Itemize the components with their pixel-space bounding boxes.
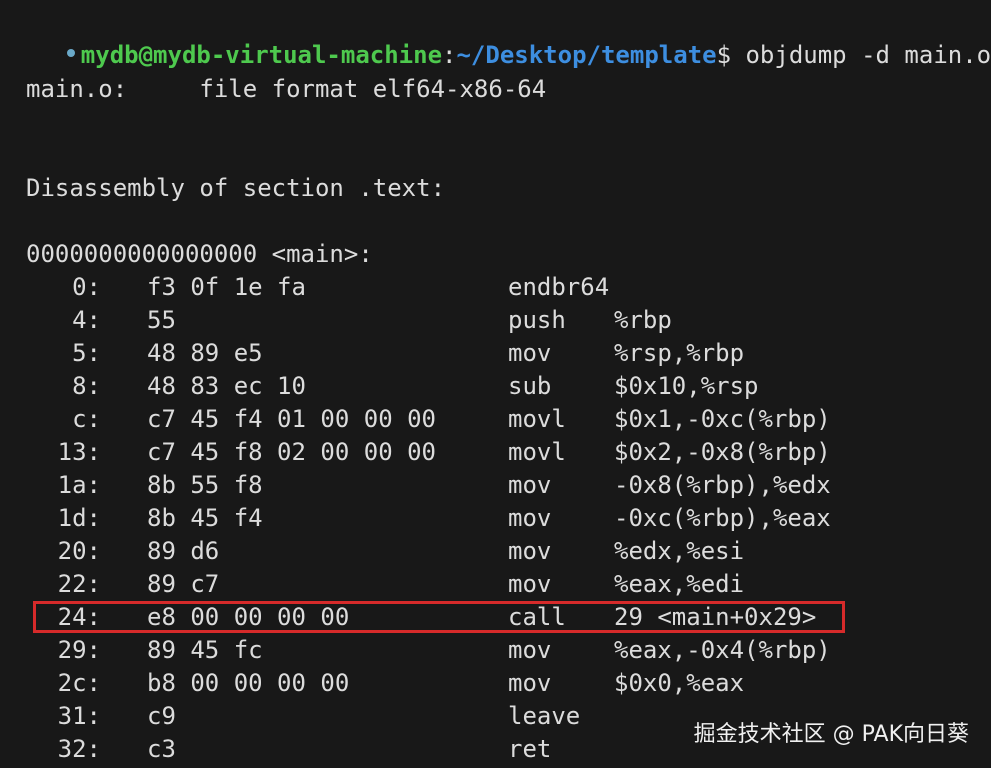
instruction-mnemonic: leave (508, 702, 581, 730)
instruction-operands: %edx,%esi (614, 537, 745, 565)
file-format-line: main.o: file format elf64-x86-64 (26, 75, 547, 103)
instruction-bytes: 48 83 ec 10 (147, 372, 306, 400)
instruction-mnemonic: mov (508, 669, 552, 697)
instruction-operands: $0x2,-0x8(%rbp) (614, 438, 831, 466)
instruction-address: 31: (57, 702, 101, 730)
instruction-operands: %rbp (614, 306, 672, 334)
instruction-bytes: 8b 55 f8 (147, 471, 263, 499)
instruction-operands: %eax,%edi (614, 570, 745, 598)
instruction-bytes: 55 (147, 306, 176, 334)
instruction-bytes: 48 89 e5 (147, 339, 263, 367)
instruction-mnemonic: ret (508, 735, 552, 763)
watermark: 掘金技术社区 @ PAK向日葵 (693, 722, 969, 747)
prompt-path: ~/Desktop/template (456, 41, 717, 69)
symbol-header: 0000000000000000 <main>: (26, 240, 373, 268)
instruction-operands: $0x1,-0xc(%rbp) (614, 405, 831, 433)
instruction-bytes: c7 45 f8 02 00 00 00 (147, 438, 436, 466)
instruction-mnemonic: push (508, 306, 566, 334)
instruction-mnemonic: mov (508, 504, 552, 532)
instruction-address: 13: (57, 438, 101, 466)
instruction-operands: %eax,-0x4(%rbp) (614, 636, 831, 664)
instruction-mnemonic: mov (508, 471, 552, 499)
instruction-operands: -0xc(%rbp),%eax (614, 504, 831, 532)
instruction-address: 1d: (57, 504, 101, 532)
instruction-address: 2c: (57, 669, 101, 697)
prompt-line: mydb@mydb-virtual-machine:~/Desktop/temp… (0, 6, 991, 69)
prompt-command: objdump -d main.o (731, 41, 991, 69)
instruction-address: 1a: (57, 471, 101, 499)
prompt-dot-icon (66, 49, 75, 57)
instruction-address: 32: (57, 735, 101, 763)
instruction-bytes: f3 0f 1e fa (147, 273, 306, 301)
instruction-bytes: c3 (147, 735, 176, 763)
instruction-mnemonic: endbr64 (508, 273, 610, 301)
instruction-address: 29: (57, 636, 101, 664)
terminal-window[interactable]: mydb@mydb-virtual-machine:~/Desktop/temp… (0, 0, 991, 768)
instruction-bytes: 8b 45 f4 (147, 504, 263, 532)
instruction-address: 8: (72, 372, 101, 400)
instruction-mnemonic: mov (508, 537, 552, 565)
instruction-mnemonic: mov (508, 339, 552, 367)
instruction-bytes: c7 45 f4 01 00 00 00 (147, 405, 436, 433)
instruction-operands: $0x10,%rsp (614, 372, 759, 400)
instruction-mnemonic: mov (508, 570, 552, 598)
instruction-mnemonic: movl (508, 405, 566, 433)
instruction-bytes: 89 d6 (147, 537, 220, 565)
instruction-operands: %rsp,%rbp (614, 339, 745, 367)
instruction-address: 22: (57, 570, 101, 598)
instruction-mnemonic: sub (508, 372, 552, 400)
instruction-bytes: 89 c7 (147, 570, 220, 598)
prompt-user-host: mydb@mydb-virtual-machine (80, 41, 443, 69)
instruction-bytes: c9 (147, 702, 176, 730)
instruction-address: 0: (72, 273, 101, 301)
instruction-address: 4: (72, 306, 101, 334)
section-header: Disassembly of section .text: (26, 174, 446, 202)
instruction-bytes: 89 45 fc (147, 636, 263, 664)
instruction-mnemonic: mov (508, 636, 552, 664)
instruction-operands: -0x8(%rbp),%edx (614, 471, 831, 499)
prompt-separator: : (442, 41, 457, 69)
prompt-symbol: $ (716, 41, 732, 69)
instruction-operands: $0x0,%eax (614, 669, 745, 697)
instruction-bytes: b8 00 00 00 00 (147, 669, 350, 697)
instruction-mnemonic: movl (508, 438, 566, 466)
instruction-address: 20: (57, 537, 101, 565)
instruction-address: 5: (72, 339, 101, 367)
instruction-address: c: (72, 405, 101, 433)
call-instruction-highlight (33, 601, 845, 633)
